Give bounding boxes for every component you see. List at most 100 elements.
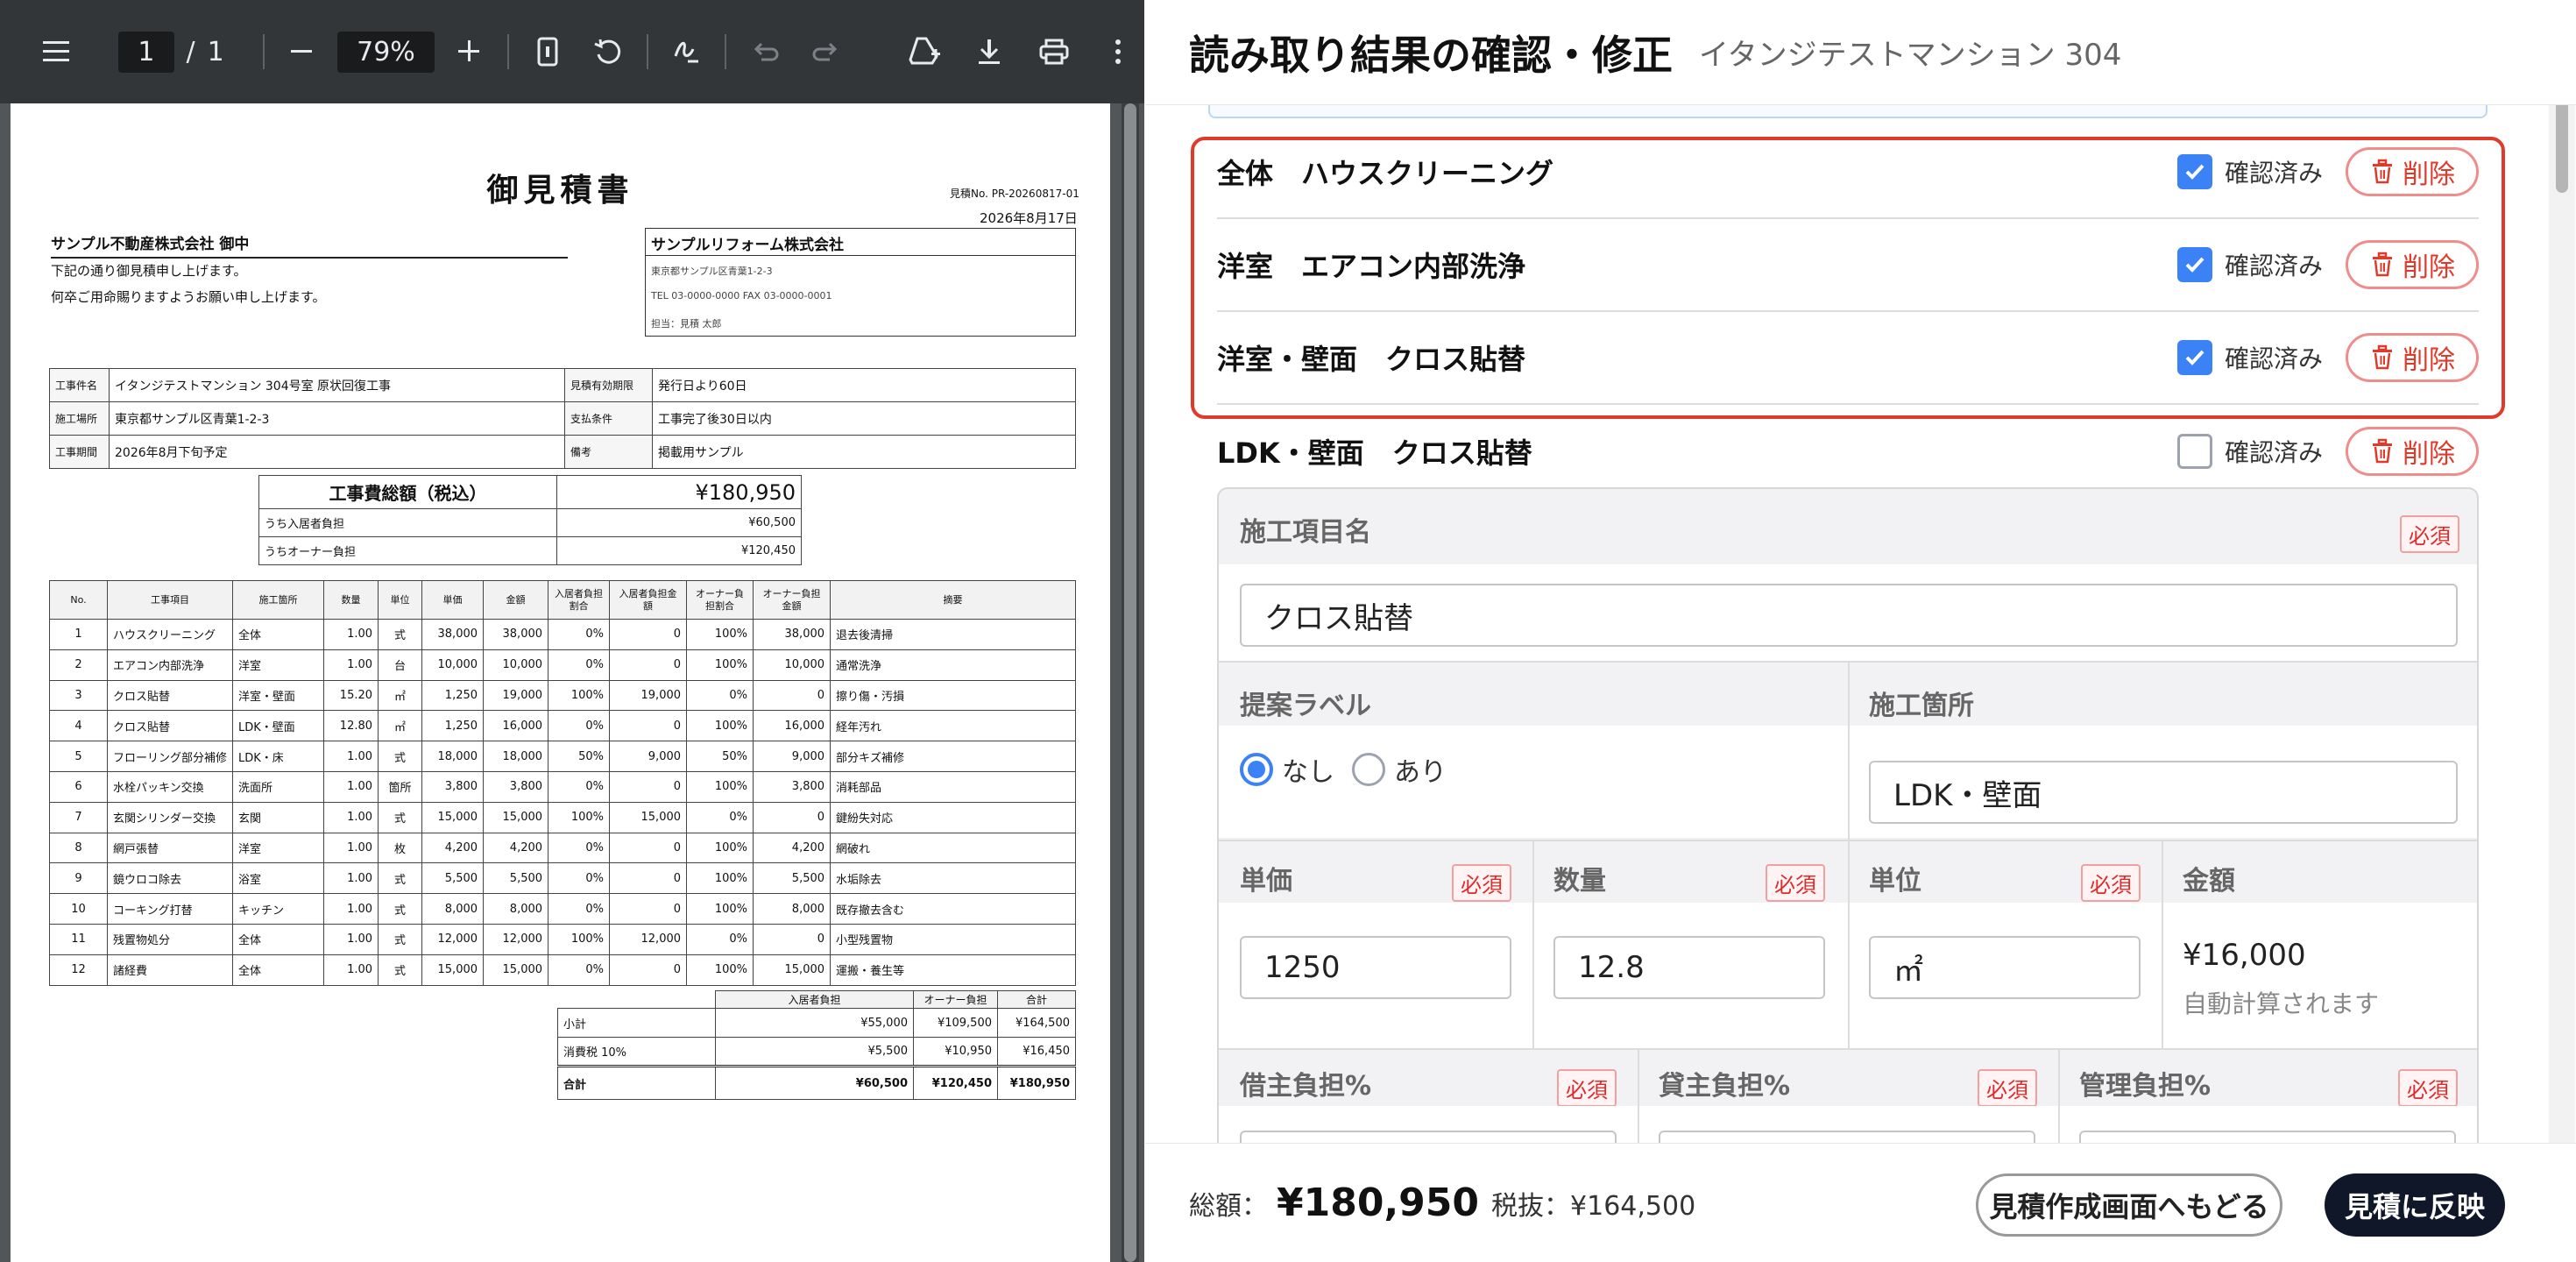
- table-cell: 15,000: [421, 954, 485, 986]
- pdf-scrollbar[interactable]: [1122, 103, 1139, 1262]
- redo-icon[interactable]: [800, 25, 852, 78]
- trash-icon: [2369, 252, 2396, 278]
- column-header: 摘要: [830, 580, 1076, 620]
- page-separator: /: [186, 36, 195, 67]
- table-cell: 式: [378, 741, 423, 772]
- zoom-level-input[interactable]: 79%: [337, 31, 435, 73]
- table-cell: 4,200: [483, 832, 549, 864]
- info-row: 工事件名 イタンジテストマンション 304号室 原状回復工事 見積有効期限 発行日より…: [49, 368, 1076, 402]
- table-cell: 1.00: [323, 954, 379, 986]
- unit-price-label: 単価: [1240, 866, 1292, 897]
- rotate-icon[interactable]: [583, 25, 634, 78]
- item-row-name: LDK・壁面 クロス貼替: [1217, 436, 1532, 470]
- confirm-label: 確認済み: [2224, 159, 2323, 188]
- fit-page-icon[interactable]: [521, 25, 573, 78]
- table-cell: クロス貼替: [106, 679, 234, 712]
- table-cell: 0%: [548, 710, 611, 742]
- proposal-radio-none[interactable]: なし: [1240, 750, 1334, 789]
- table-cell: 2: [49, 649, 108, 681]
- required-badge: 必須: [1978, 1069, 2037, 1107]
- zoom-in-icon[interactable]: [443, 25, 495, 78]
- required-badge: 必須: [1766, 864, 1825, 902]
- zoom-out-icon[interactable]: [277, 25, 329, 78]
- table-cell: 1.00: [323, 923, 379, 955]
- item-name-input[interactable]: クロス貼替: [1240, 584, 2458, 647]
- table-cell: 4,200: [421, 832, 485, 864]
- table-cell: 0%: [686, 923, 754, 955]
- table-cell: ㎡: [378, 679, 423, 712]
- download-icon[interactable]: [964, 25, 1016, 78]
- item-row-name: 洋室・壁面 クロス貼替: [1217, 343, 1526, 376]
- info-label: 備考: [564, 435, 653, 469]
- column-header: 金額: [483, 580, 549, 620]
- location-input[interactable]: LDK・壁面: [1869, 761, 2458, 824]
- total-value: ¥180,950: [556, 475, 802, 509]
- confirm-checkbox[interactable]: [2176, 434, 2212, 469]
- table-cell: 0: [753, 679, 832, 712]
- table-cell: 小型残置物: [830, 923, 1076, 955]
- table-row: 4 クロス貼替 LDK・壁面 12.80 ㎡ 1,250 16,000 0% 0 100% 16,0…: [49, 710, 1076, 742]
- draw-icon[interactable]: [661, 25, 712, 78]
- confirm-checkbox[interactable]: [2176, 154, 2212, 189]
- unit-price-input[interactable]: 1250: [1240, 936, 1511, 999]
- table-cell: 12,000: [421, 923, 485, 955]
- owner-total-label: うちオーナー負担: [258, 536, 557, 565]
- column-header: 単位: [378, 580, 423, 620]
- unit-input[interactable]: ㎡: [1869, 936, 2141, 999]
- table-cell: 1,250: [421, 679, 485, 712]
- company-address: 東京都サンプル区青葉1-2-3: [651, 266, 773, 277]
- add-drive-icon[interactable]: [899, 25, 951, 78]
- delete-button[interactable]: 削除: [2346, 427, 2479, 476]
- panel-subtitle: イタンジテストマンション 304: [1699, 38, 2122, 73]
- table-row: 6 水栓パッキン交換 洗面所 1.00 箇所 3,800 3,800 0% 0 100% 3,800…: [49, 770, 1076, 803]
- table-cell: ㎡: [378, 710, 423, 742]
- page-number-input[interactable]: 1: [118, 31, 174, 73]
- amount-value: ¥16,000: [2183, 938, 2306, 973]
- table-cell: 18,000: [421, 741, 485, 772]
- review-panel: 読み取り結果の確認・修正 イタンジテストマンション 304 全体 ハウスクリーニ…: [1145, 0, 2576, 1262]
- info-label: 支払条件: [564, 401, 653, 436]
- radio-unselected-icon: [1352, 753, 1385, 786]
- table-cell: LDK・壁面: [232, 710, 325, 742]
- item-name-label: 施工項目名: [1240, 517, 1371, 548]
- table-cell: 玄関シリンダー交換: [106, 801, 234, 833]
- print-icon[interactable]: [1028, 25, 1079, 78]
- table-cell: 1.00: [323, 862, 379, 895]
- trash-icon: [2369, 438, 2396, 464]
- table-cell: キッチン: [232, 893, 325, 925]
- quantity-label: 数量: [1553, 866, 1606, 897]
- table-cell: 19,000: [483, 679, 549, 712]
- table-cell: 0: [609, 619, 688, 650]
- confirm-checkbox[interactable]: [2176, 340, 2212, 375]
- table-cell: 1: [49, 619, 108, 650]
- apply-to-estimate-button[interactable]: 見積に反映: [2325, 1173, 2505, 1237]
- sum-value: ¥55,000: [715, 1008, 914, 1038]
- sum-header: 合計: [997, 990, 1076, 1009]
- info-row: 工事期間 2026年8月下旬予定 備考 掲載用サンプル: [49, 435, 1076, 469]
- delete-button[interactable]: 削除: [2346, 240, 2479, 289]
- table-cell: 100%: [686, 893, 754, 925]
- confirm-checkbox[interactable]: [2176, 247, 2212, 282]
- table-cell: 式: [378, 923, 423, 955]
- table-cell: 台: [378, 649, 423, 681]
- proposal-radio-yes[interactable]: あり: [1352, 750, 1447, 789]
- more-icon[interactable]: [1093, 25, 1144, 78]
- table-cell: 100%: [548, 801, 611, 833]
- back-to-estimate-button[interactable]: 見積作成画面へもどる: [1976, 1173, 2282, 1237]
- info-value: 2026年8月下旬予定: [109, 435, 565, 469]
- column-header: 入居者負担割合: [548, 580, 611, 620]
- table-cell: 0%: [548, 649, 611, 681]
- table-cell: 洋室: [232, 832, 325, 864]
- table-row: 7 玄関シリンダー交換 玄関 1.00 式 15,000 15,000 100% 15,000 0…: [49, 801, 1076, 833]
- info-value: 工事完了後30日以内: [652, 401, 1076, 436]
- greeting-line-2: 何卒ご用命賜りますようお願い申し上げます。: [51, 289, 326, 305]
- table-cell: 0%: [548, 862, 611, 895]
- delete-button[interactable]: 削除: [2346, 147, 2479, 196]
- menu-icon[interactable]: [32, 25, 83, 78]
- delete-button[interactable]: 削除: [2346, 333, 2479, 382]
- proposal-label: 提案ラベル: [1240, 691, 1371, 721]
- sum-value: ¥180,950: [997, 1066, 1076, 1100]
- undo-icon[interactable]: [739, 25, 790, 78]
- panel-scrollbar[interactable]: [2549, 0, 2575, 1262]
- quantity-input[interactable]: 12.8: [1553, 936, 1825, 999]
